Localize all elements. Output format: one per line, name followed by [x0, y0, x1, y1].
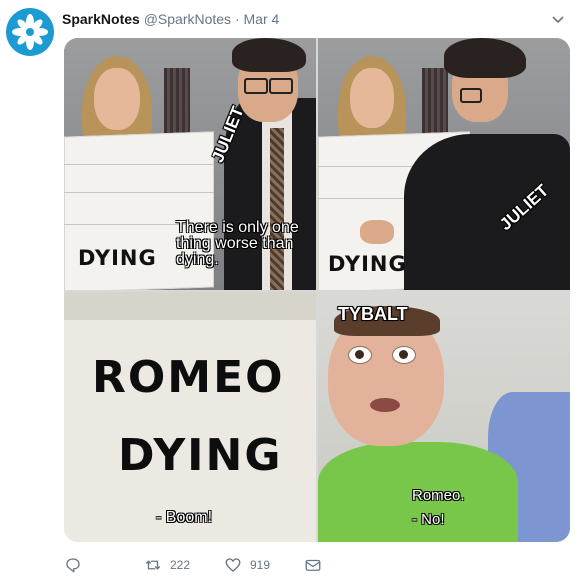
- no-caption: - No!: [412, 511, 445, 528]
- retweet-button[interactable]: 222: [144, 554, 190, 576]
- sparknotes-logo-icon: [12, 14, 48, 50]
- tweet-header: SparkNotes @SparkNotes · Mar 4: [62, 10, 279, 28]
- tweet-actions: 222 919: [64, 554, 364, 576]
- caption-worse-than-dying: There is only one thing worse than dying…: [176, 219, 299, 268]
- meme-panel-2: DYING JULIET: [318, 38, 570, 290]
- meme-panel-3: ROMEO DYING - Boom!: [64, 292, 316, 542]
- envelope-icon: [305, 559, 321, 571]
- romeo-caption: Romeo.: [412, 487, 465, 504]
- direct-message-button[interactable]: [304, 554, 322, 576]
- tybalt-tag: TYBALT: [338, 304, 408, 324]
- more-options-chevron-icon[interactable]: [550, 12, 566, 28]
- like-button[interactable]: 919: [224, 554, 270, 576]
- meme-panel-1: DYING JULIET There is only one thing wor…: [64, 38, 316, 290]
- retweet-icon: [145, 560, 161, 570]
- retweet-count: 222: [170, 558, 191, 572]
- display-name[interactable]: SparkNotes: [62, 11, 140, 27]
- like-count: 919: [250, 558, 271, 572]
- dying-label: DYING: [118, 430, 283, 481]
- meme-panel-4: TYBALT Romeo. - No!: [318, 292, 570, 542]
- dying-label: DYING: [78, 246, 157, 270]
- heart-icon: [225, 558, 241, 572]
- dying-label: DYING: [328, 252, 407, 276]
- reply-button[interactable]: [64, 554, 82, 576]
- tweet-date[interactable]: Mar 4: [244, 11, 280, 27]
- sparknotes-avatar[interactable]: [6, 8, 54, 56]
- separator-dot: ·: [234, 11, 240, 27]
- tweet: SparkNotes @SparkNotes · Mar 4 DYING JUL: [0, 0, 580, 580]
- boom-caption: - Boom!: [156, 509, 213, 526]
- romeo-label: ROMEO: [92, 352, 285, 403]
- user-handle[interactable]: @SparkNotes: [144, 11, 231, 27]
- tweet-media-image[interactable]: DYING JULIET There is only one thing wor…: [64, 38, 570, 542]
- reply-icon: [66, 558, 80, 573]
